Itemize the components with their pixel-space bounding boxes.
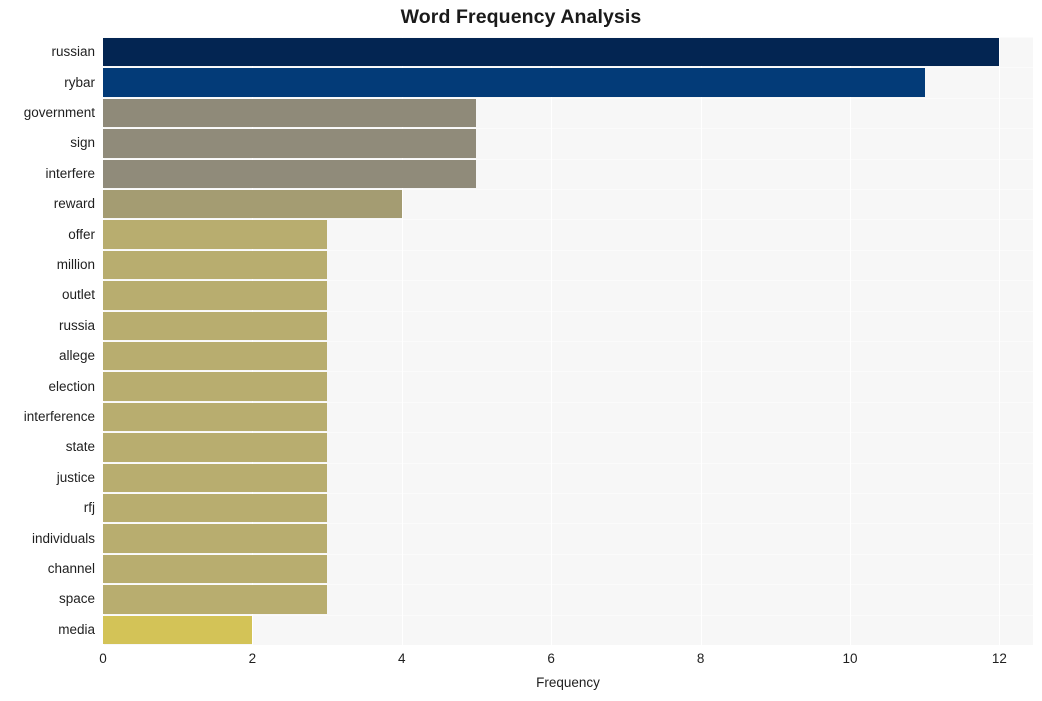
bar-allege[interactable] [103, 341, 328, 371]
y-tick-label-channel: channel [47, 561, 95, 576]
bar-space[interactable] [103, 585, 328, 614]
bar-row[interactable] [103, 281, 1033, 310]
bar-row[interactable] [103, 463, 1033, 493]
y-tick-label-rybar: rybar [64, 74, 95, 90]
y-tick-label-rfj: rfj [83, 500, 95, 516]
x-tick-label-10: 10 [842, 651, 858, 666]
bar-individuals[interactable] [103, 524, 328, 553]
bar-government[interactable] [103, 98, 477, 128]
bar-million[interactable] [103, 250, 328, 280]
bar-row[interactable] [103, 585, 1033, 614]
y-tick-label-space: space [58, 591, 95, 607]
bar-row[interactable] [103, 341, 1033, 371]
y-tick-label-interfere: interfere [45, 165, 95, 181]
y-tick-label-election: election [48, 378, 95, 394]
bar-row[interactable] [103, 189, 1033, 219]
word-frequency-chart: Word Frequency Analysis russian rybar gove… [0, 0, 1042, 701]
y-tick-label-sign: sign [70, 135, 95, 151]
bar-row[interactable] [103, 129, 1033, 158]
bar-rfj[interactable] [103, 493, 328, 523]
bar-row[interactable] [103, 159, 1033, 189]
x-axis-title: Frequency [536, 675, 600, 690]
bar-row[interactable] [103, 554, 1033, 584]
y-tick-label-individuals: individuals [31, 530, 95, 546]
bar-row[interactable] [103, 220, 1033, 249]
y-tick-label-outlet: outlet [61, 287, 95, 303]
bar-row[interactable] [103, 402, 1033, 432]
y-axis-tick-labels: russian rybar government sign interfere rewar… [0, 37, 95, 645]
bar-state[interactable] [103, 433, 328, 462]
bar-russian[interactable] [103, 37, 1000, 67]
bar-rybar[interactable] [103, 68, 925, 97]
y-tick-label-russia: russia [58, 317, 95, 333]
x-tick-label-12: 12 [991, 651, 1007, 666]
y-tick-label-justice: justice [56, 469, 95, 485]
bar-row[interactable] [103, 433, 1033, 462]
bar-row[interactable] [103, 68, 1033, 97]
bar-row[interactable] [103, 311, 1033, 341]
bar-interfere[interactable] [103, 159, 477, 189]
bar-channel[interactable] [103, 554, 328, 584]
bar-sign[interactable] [103, 129, 477, 158]
x-axis-tick-labels: 0 2 4 6 8 10 12 [0, 651, 1042, 673]
bar-row[interactable] [103, 493, 1033, 523]
y-tick-label-media: media [58, 621, 95, 637]
bar-row[interactable] [103, 524, 1033, 553]
y-tick-label-allege: allege [58, 348, 95, 364]
y-tick-label-russian: russian [51, 44, 95, 60]
bar-reward[interactable] [103, 189, 402, 219]
y-tick-label-government: government [23, 105, 95, 120]
x-tick-label-8: 8 [696, 651, 705, 666]
bar-justice[interactable] [103, 463, 328, 493]
bar-outlet[interactable] [103, 281, 328, 310]
bar-media[interactable] [103, 615, 253, 645]
bar-election[interactable] [103, 372, 328, 401]
x-tick-label-0: 0 [99, 651, 107, 666]
plot-area [103, 37, 1033, 645]
y-tick-label-offer: offer [68, 226, 95, 242]
bar-row[interactable] [103, 615, 1033, 645]
bar-row[interactable] [103, 250, 1033, 280]
y-tick-label-state: state [65, 439, 95, 455]
bar-row[interactable] [103, 372, 1033, 401]
x-tick-label-6: 6 [547, 651, 555, 666]
bar-interference[interactable] [103, 402, 328, 432]
x-tick-label-4: 4 [398, 651, 406, 666]
x-tick-label-2: 2 [248, 651, 257, 666]
bar-row[interactable] [103, 37, 1033, 67]
bar-offer[interactable] [103, 220, 328, 249]
y-tick-label-million: million [56, 257, 95, 272]
bar-russia[interactable] [103, 311, 328, 341]
y-tick-label-interference: interference [23, 409, 95, 424]
y-tick-label-reward: reward [53, 196, 95, 212]
chart-title: Word Frequency Analysis [400, 6, 642, 28]
bar-row[interactable] [103, 98, 1033, 128]
